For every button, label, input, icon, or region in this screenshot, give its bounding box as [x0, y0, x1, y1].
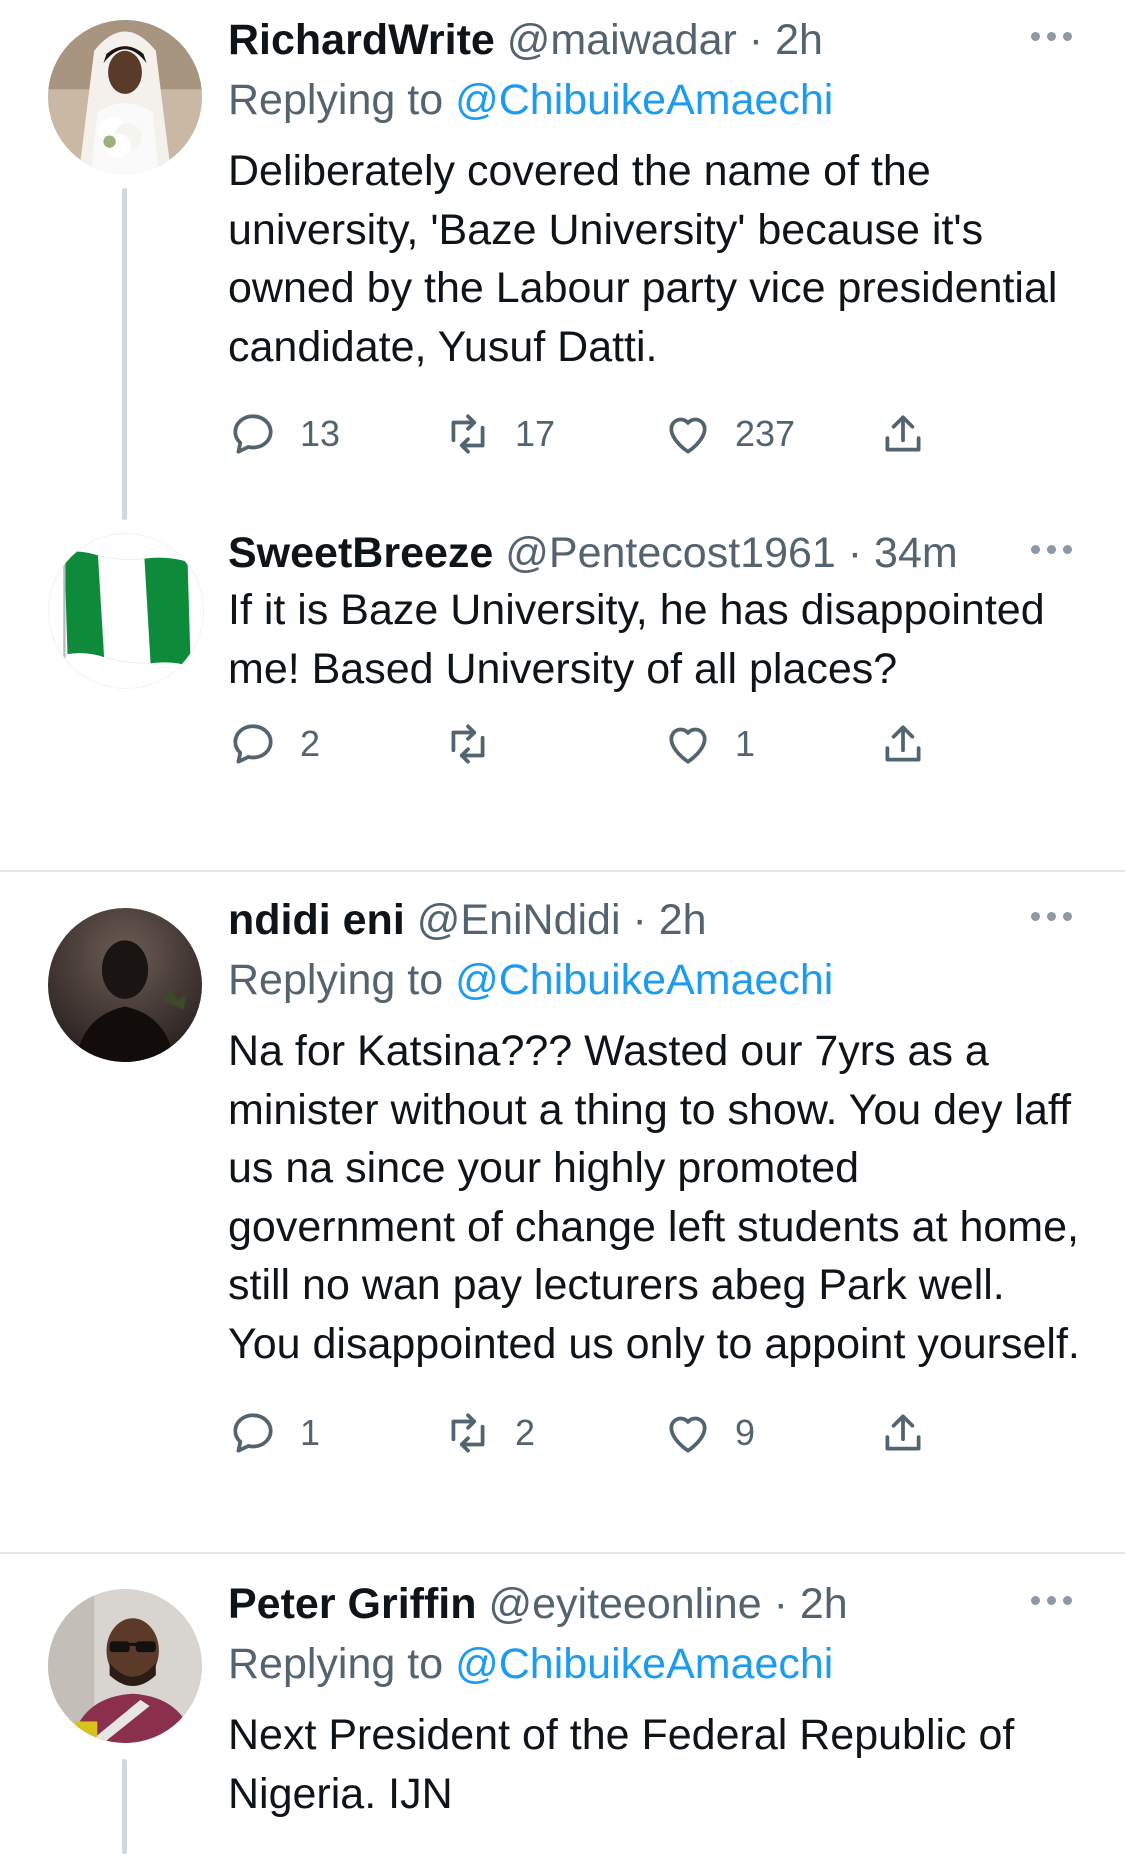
- like-button[interactable]: 237: [663, 404, 795, 464]
- user-handle[interactable]: @Pentecost1961: [505, 529, 836, 577]
- retweet-count: 2: [515, 1412, 536, 1453]
- retweet-button[interactable]: [443, 714, 515, 774]
- user-handle[interactable]: @maiwadar: [507, 16, 737, 64]
- replying-to: Replying to @ChibuikeAmaechi: [228, 70, 1085, 130]
- share-button[interactable]: [878, 404, 928, 464]
- like-button[interactable]: 1: [663, 714, 755, 774]
- share-button[interactable]: [878, 714, 928, 774]
- reply-count: 1: [300, 1412, 321, 1453]
- bride-photo-avatar-icon: [48, 20, 202, 174]
- man-sunglasses-photo-avatar-icon: [48, 1589, 202, 1743]
- retweet-button[interactable]: 2: [443, 1403, 535, 1463]
- replying-label: Replying to: [228, 76, 444, 124]
- tweet-actions: 13 17 237: [228, 404, 1085, 464]
- tweet-text: Next President of the Federal Republic o…: [228, 1711, 1015, 1818]
- share-button[interactable]: [878, 1403, 928, 1463]
- separator-dot: ·: [632, 896, 647, 944]
- like-count: 9: [735, 1412, 756, 1453]
- replying-to: Replying to @ChibuikeAmaechi: [228, 1634, 1085, 1694]
- heart-icon: [669, 417, 707, 454]
- mention-link[interactable]: @ChibuikeAmaechi: [455, 76, 833, 124]
- reply-icon: [233, 1413, 273, 1453]
- replying-label: Replying to: [228, 956, 444, 1004]
- share-icon: [885, 415, 921, 452]
- tweet-actions: 2 1: [228, 714, 1085, 774]
- more-options-icon[interactable]: [1029, 1586, 1075, 1616]
- reply-button[interactable]: 2: [228, 714, 320, 774]
- reply-button[interactable]: 13: [228, 404, 340, 464]
- more-options-icon[interactable]: [1029, 22, 1075, 52]
- heart-icon: [669, 1416, 707, 1453]
- retweet-icon: [451, 1413, 485, 1453]
- reply-icon: [233, 724, 273, 764]
- tweet-header: SweetBreeze @Pentecost1961 · 34m: [228, 523, 1085, 583]
- user-handle[interactable]: @EniNdidi: [417, 896, 621, 944]
- timestamp[interactable]: 2h: [659, 896, 707, 944]
- separator-dot: ·: [847, 529, 863, 577]
- timestamp[interactable]: 34m: [874, 529, 958, 577]
- display-name[interactable]: SweetBreeze: [228, 529, 493, 577]
- reply-icon: [233, 414, 273, 454]
- mention-link[interactable]: @ChibuikeAmaechi: [455, 956, 833, 1004]
- replying-to: Replying to @ChibuikeAmaechi: [228, 950, 1085, 1010]
- more-options-icon[interactable]: [1029, 902, 1075, 932]
- separator-dot: ·: [748, 16, 764, 64]
- avatar[interactable]: [48, 908, 202, 1062]
- tweet-header: Peter Griffin @eyiteeonline · 2h: [228, 1574, 1085, 1634]
- tweet-header: ndidi eni @EniNdidi · 2h: [228, 890, 1085, 950]
- tweet-text: Deliberately covered the name of the uni…: [228, 147, 1058, 371]
- avatar[interactable]: [48, 1589, 202, 1743]
- silhouette-photo-avatar-icon: [48, 908, 202, 1062]
- display-name[interactable]: RichardWrite: [228, 16, 495, 64]
- more-options-icon[interactable]: [1029, 535, 1075, 565]
- user-handle[interactable]: @eyiteeonline: [488, 1580, 761, 1628]
- timestamp[interactable]: 2h: [800, 1580, 848, 1628]
- nigeria-flag-avatar-icon: [49, 534, 203, 688]
- tweet-ndidi-eni[interactable]: ndidi eni @EniNdidi · 2h Replying to @Ch…: [0, 872, 1125, 1552]
- display-name[interactable]: Peter Griffin: [228, 1580, 477, 1628]
- tweet-richardwrite[interactable]: RichardWrite @maiwadar · 2h Replying to …: [0, 0, 1125, 520]
- retweet-icon: [451, 724, 485, 764]
- tweet-peter-griffin[interactable]: Peter Griffin @eyiteeonline · 2h Replyin…: [0, 1554, 1125, 1854]
- thread-line: [122, 188, 127, 520]
- retweet-count: 17: [515, 413, 556, 454]
- display-name[interactable]: ndidi eni: [228, 896, 405, 944]
- tweet-text: If it is Baze University, he has disappo…: [228, 586, 1045, 693]
- tweet-text: Na for Katsina??? Wasted our 7yrs as a m…: [228, 1027, 1080, 1368]
- retweet-button[interactable]: 17: [443, 404, 555, 464]
- like-count: 1: [735, 723, 756, 764]
- thread-line: [122, 1759, 127, 1854]
- reply-button[interactable]: 1: [228, 1403, 320, 1463]
- share-icon: [885, 725, 921, 762]
- separator-dot: ·: [773, 1580, 788, 1628]
- reply-count: 2: [300, 723, 321, 764]
- avatar[interactable]: [48, 533, 204, 689]
- tweet-header: RichardWrite @maiwadar · 2h: [228, 10, 1085, 70]
- retweet-icon: [451, 414, 485, 454]
- tweet-sweetbreeze[interactable]: SweetBreeze @Pentecost1961 · 34m If it i…: [0, 520, 1125, 870]
- mention-link[interactable]: @ChibuikeAmaechi: [455, 1640, 833, 1688]
- heart-icon: [669, 727, 707, 764]
- reply-count: 13: [300, 413, 341, 454]
- like-count: 237: [735, 413, 796, 454]
- share-icon: [885, 1414, 921, 1451]
- tweet-actions: 1 2 9: [228, 1403, 1085, 1463]
- avatar[interactable]: [48, 20, 202, 174]
- like-button[interactable]: 9: [663, 1403, 755, 1463]
- timestamp[interactable]: 2h: [775, 16, 823, 64]
- replying-label: Replying to: [228, 1640, 444, 1688]
